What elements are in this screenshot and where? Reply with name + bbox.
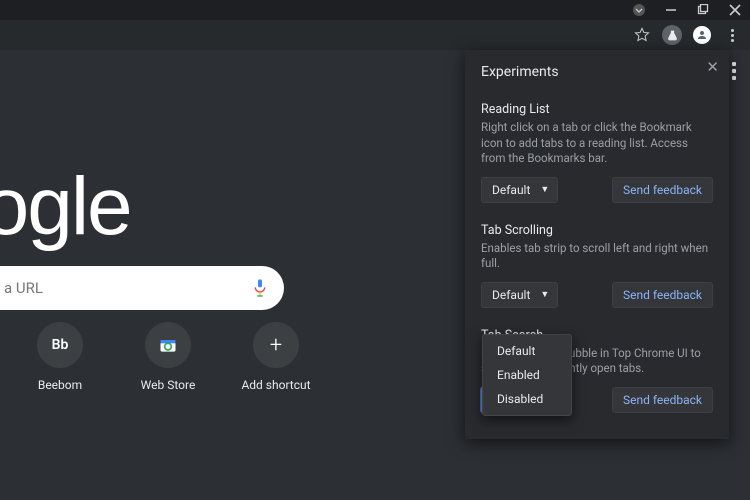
chevron-down-icon[interactable] [632,3,646,17]
experiment-reading-list: Reading List Right click on a tab or cli… [481,102,713,203]
shortcut-add[interactable]: + Add shortcut [236,322,316,392]
shortcut-web-store[interactable]: Web Store [128,322,208,392]
menu-kebab-icon[interactable] [722,25,742,45]
send-feedback-button[interactable]: Send feedback [612,387,713,413]
close-button[interactable] [728,3,742,17]
plus-icon: + [253,322,299,368]
experiment-select-dropdown: Default Enabled Disabled [482,334,572,416]
profile-avatar-icon[interactable] [692,25,712,45]
experiment-title: Tab Scrolling [481,223,713,238]
dropdown-option-default[interactable]: Default [483,339,571,363]
close-icon[interactable]: ✕ [706,58,719,76]
shortcuts-row: Bb Beebom Web Store + Add shortcut [20,322,316,392]
toolbar [0,20,750,50]
chevron-down-icon: ▼ [540,184,549,195]
shortcut-icon [145,322,191,368]
shortcut-icon: Bb [37,322,83,368]
experiment-select[interactable]: Default ▼ [481,177,558,203]
maximize-button[interactable] [696,3,710,17]
shortcut-label: Add shortcut [241,378,310,392]
panel-title: Experiments [481,64,713,80]
experiment-desc: Right click on a tab or click the Bookma… [481,120,713,167]
experiment-title: Reading List [481,102,713,117]
experiment-select[interactable]: Default ▼ [481,282,558,308]
send-feedback-button[interactable]: Send feedback [612,177,713,203]
dropdown-option-enabled[interactable]: Enabled [483,363,571,387]
shortcut-beebom[interactable]: Bb Beebom [20,322,100,392]
window-titlebar [0,0,750,20]
send-feedback-button[interactable]: Send feedback [612,282,713,308]
dropdown-option-disabled[interactable]: Disabled [483,387,571,411]
search-placeholder: a URL [4,279,43,297]
bookmark-star-icon[interactable] [632,25,652,45]
minimize-button[interactable] [664,3,678,17]
google-logo: oogle [0,160,131,254]
experiment-tab-scrolling: Tab Scrolling Enables tab strip to scrol… [481,223,713,308]
experiment-desc: Enables tab strip to scroll left and rig… [481,241,713,272]
chevron-down-icon: ▼ [540,289,549,300]
search-input[interactable]: a URL [0,266,284,310]
voice-search-icon[interactable] [252,278,268,298]
shortcut-label: Web Store [141,378,196,392]
shortcut-label: Beebom [38,378,82,392]
experiments-flask-icon[interactable] [662,25,682,45]
